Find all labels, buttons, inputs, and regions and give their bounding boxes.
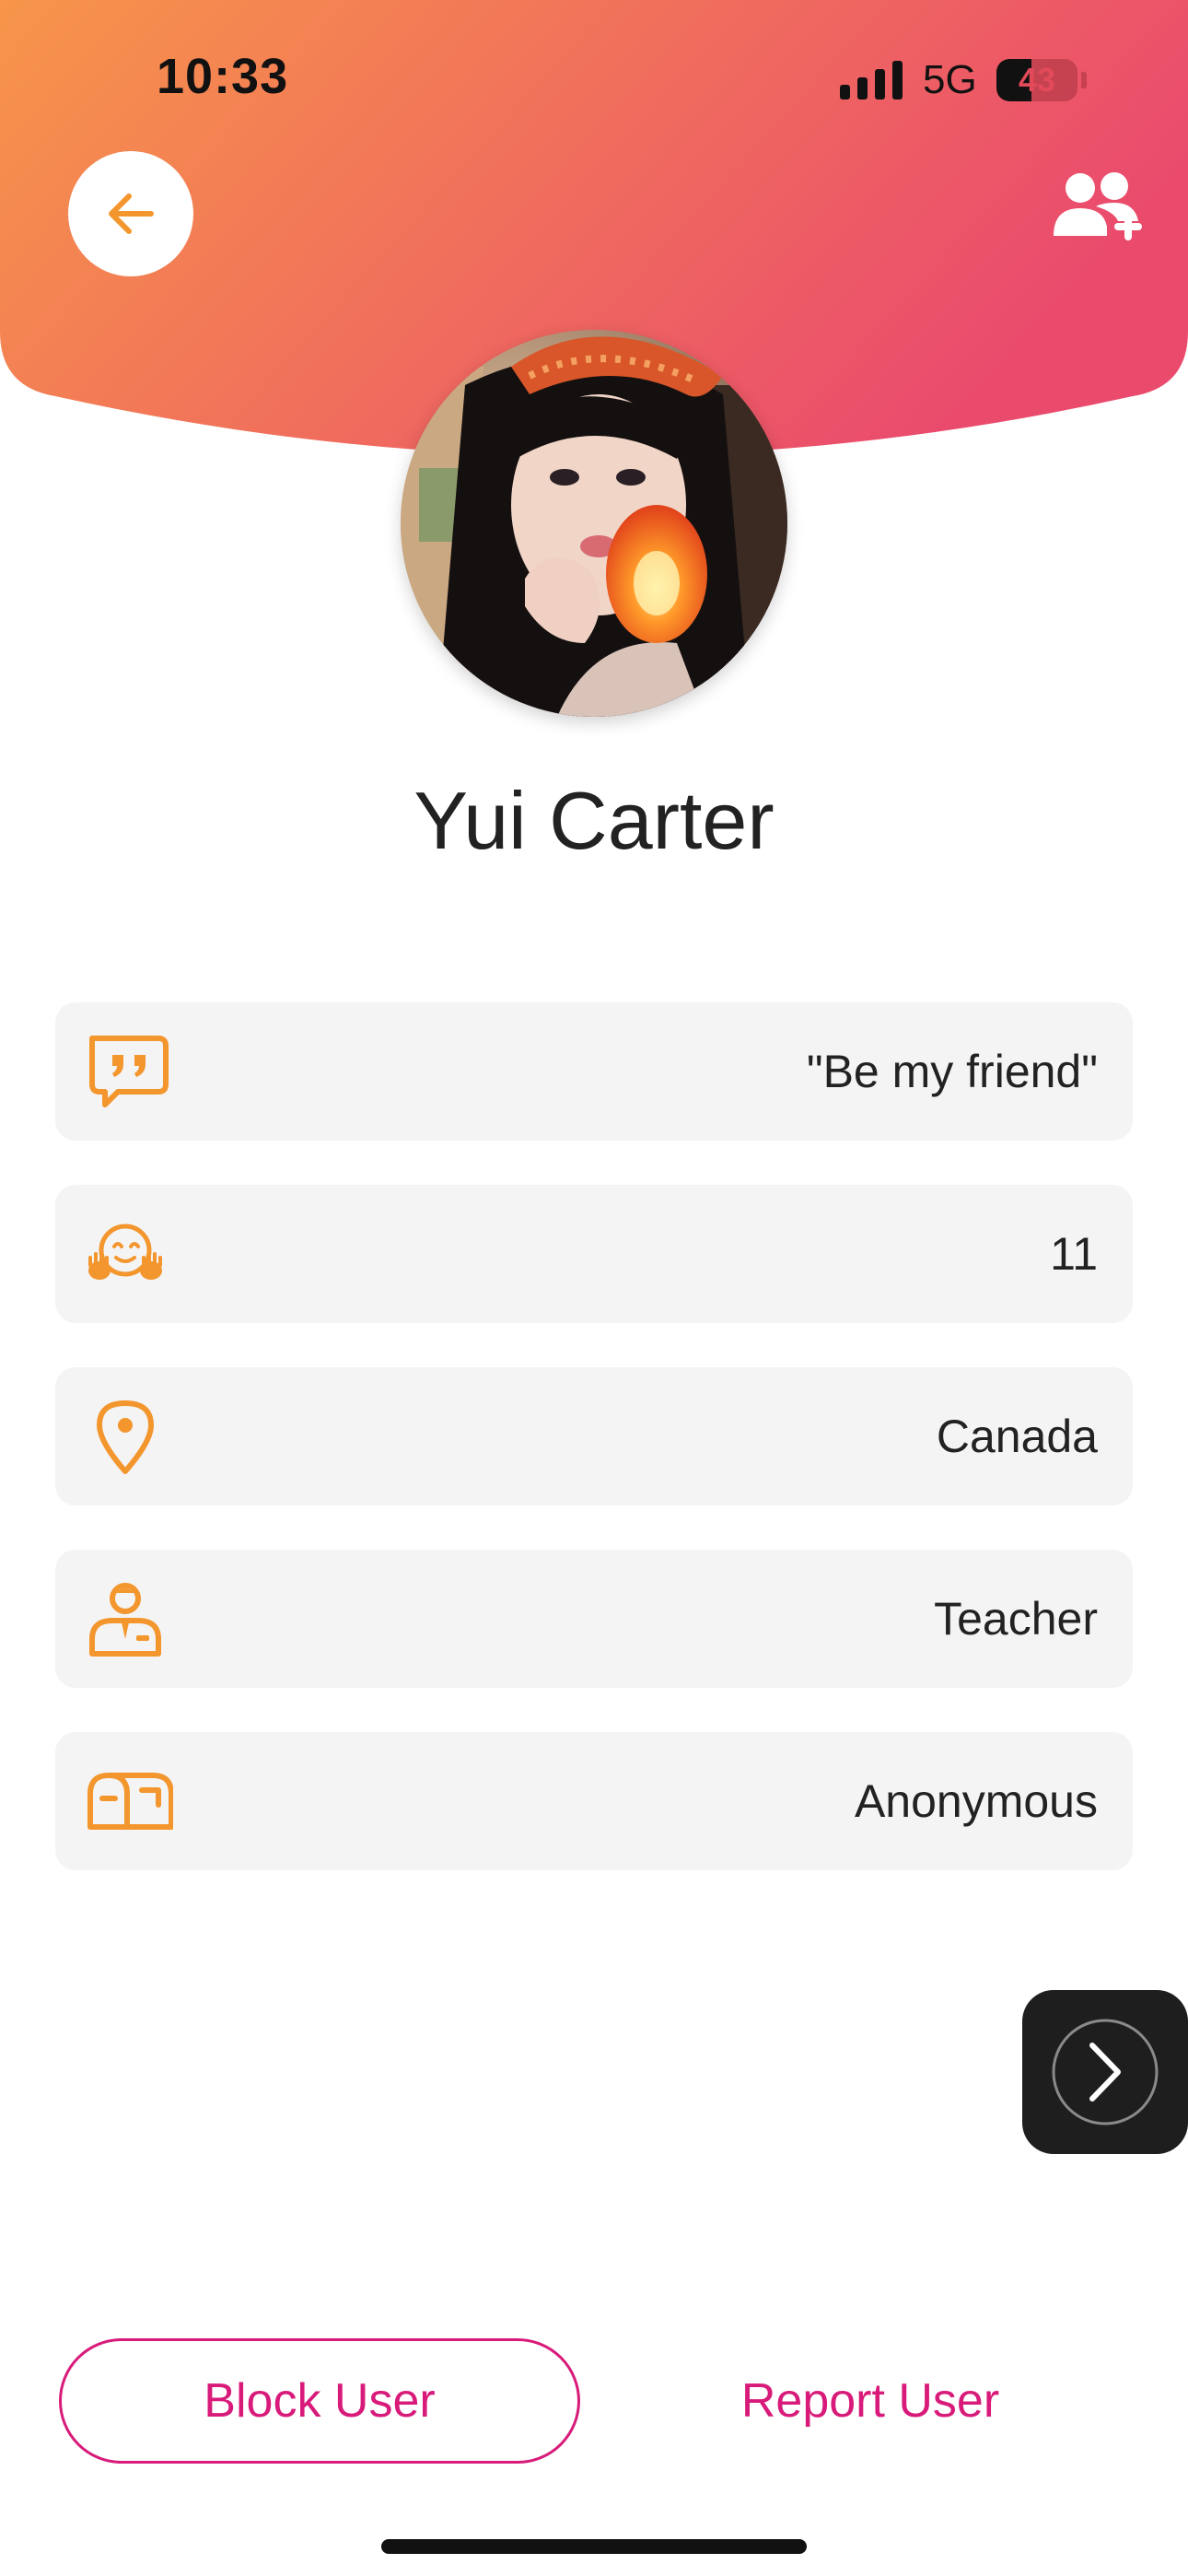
profile-name: Yui Carter — [413, 775, 775, 866]
chevron-right-circle-icon — [1052, 2019, 1159, 2125]
arrow-left-icon — [109, 193, 154, 234]
mailbox-icon — [87, 1773, 173, 1830]
info-row-occupation: Teacher — [55, 1550, 1133, 1688]
network-type: 5G — [923, 57, 977, 102]
info-row-age: 11 — [55, 1185, 1133, 1323]
home-indicator — [381, 2539, 807, 2554]
add-user-group-icon — [1054, 172, 1142, 240]
next-profile-button[interactable] — [1022, 1990, 1188, 2154]
report-user-button[interactable]: Report User — [681, 2338, 1059, 2464]
battery-nub — [1081, 72, 1087, 88]
profile-info-list: "Be my friend" 11 Canada Teacher Anonymo… — [55, 1002, 1133, 1914]
battery-indicator: 43 — [996, 59, 1077, 101]
info-row-status: "Be my friend" — [55, 1002, 1133, 1141]
info-row-location: Canada — [55, 1367, 1133, 1505]
info-row-mailbox: Anonymous — [55, 1732, 1133, 1870]
hug-face-icon — [88, 1224, 162, 1280]
location-pin-icon — [97, 1400, 154, 1474]
age-value: 11 — [1050, 1228, 1098, 1280]
status-bar: 10:33 5G 43 — [0, 0, 1188, 157]
battery-percent: 43 — [1018, 61, 1056, 99]
quote-bubble-icon — [89, 1036, 169, 1107]
person-tie-icon — [89, 1583, 161, 1657]
cellular-signal-icon — [840, 61, 903, 100]
location-value: Canada — [936, 1411, 1098, 1462]
mailbox-value: Anonymous — [854, 1775, 1098, 1827]
back-button[interactable] — [68, 151, 193, 276]
block-user-button[interactable]: Block User — [59, 2338, 580, 2464]
status-time: 10:33 — [157, 49, 289, 104]
add-friend-button[interactable] — [1050, 166, 1147, 249]
status-quote: "Be my friend" — [806, 1046, 1098, 1097]
occupation-value: Teacher — [934, 1593, 1098, 1645]
avatar — [401, 330, 787, 717]
